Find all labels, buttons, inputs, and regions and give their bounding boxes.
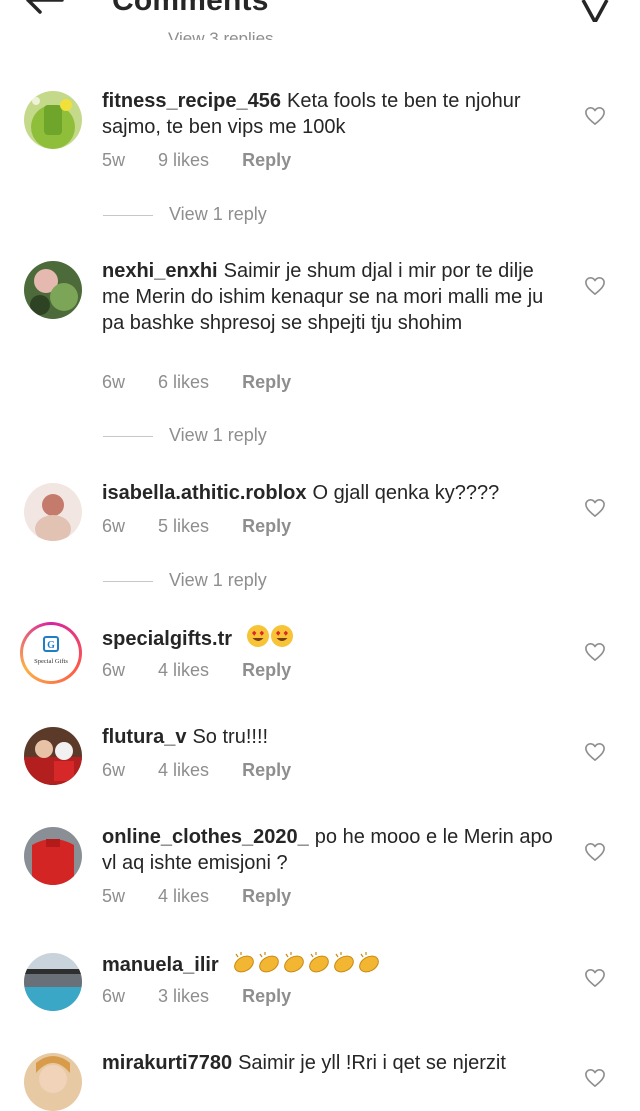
comment-username[interactable]: online_clothes_2020_ [102,826,309,848]
view-replies-link[interactable]: View 3 replies [168,24,274,40]
comment-username[interactable]: fitness_recipe_456 [102,90,281,112]
comment-username[interactable]: nexhi_enxhi [102,260,218,282]
comment-likes[interactable]: 5 likes [158,516,209,536]
comment-likes[interactable]: 3 likes [158,986,209,1006]
comment-username[interactable]: isabella.athitic.roblox [102,482,307,504]
avatar-label: Special Gifts [34,658,68,665]
comment-username[interactable]: manuela_ilir [102,954,219,976]
comment-likes[interactable]: 6 likes [158,372,209,392]
arrow-left-icon [26,0,64,14]
like-button[interactable] [584,742,606,762]
svg-text:G: G [47,640,55,651]
reply-button[interactable]: Reply [242,660,291,680]
avatar[interactable] [24,727,82,785]
comment-time: 6w [102,986,126,1006]
reply-button[interactable]: Reply [242,372,291,392]
reply-button[interactable]: Reply [242,886,291,906]
comment-username[interactable]: specialgifts.tr [102,628,232,650]
avatar[interactable]: G Special Gifts [20,622,82,684]
reply-divider [103,435,153,437]
heart-outline-icon [585,499,605,517]
like-button[interactable] [584,968,606,988]
reply-button[interactable]: Reply [242,986,291,1006]
reply-divider [103,214,153,216]
back-button[interactable] [22,0,66,20]
avatar[interactable] [24,827,82,885]
comment-time: 5w [102,150,126,170]
comment-time: 5w [102,886,126,906]
comment-time: 6w [102,372,126,392]
avatar[interactable] [24,261,82,319]
heart-outline-icon [585,1069,605,1087]
avatar[interactable] [24,483,82,541]
heart-outline-icon [585,107,605,125]
like-button[interactable] [584,498,606,518]
heart-eyes-emoji [246,624,294,655]
comment-text: O gjall qenka ky???? [312,482,500,504]
heart-outline-icon [585,277,605,295]
reply-button[interactable]: Reply [242,760,291,780]
comment-text: So tru!!!! [192,726,269,748]
view-reply-link[interactable]: View 1 reply [103,425,267,446]
heart-outline-icon [585,843,605,861]
like-button[interactable] [584,842,606,862]
avatar[interactable] [24,953,82,1011]
reply-button[interactable]: Reply [242,150,291,170]
comment-likes[interactable]: 9 likes [158,150,209,170]
comment-time: 6w [102,760,126,780]
comment-time: 6w [102,660,126,680]
heart-outline-icon [585,743,605,761]
like-button[interactable] [584,276,606,296]
like-button[interactable] [584,106,606,126]
comment-likes[interactable]: 4 likes [158,886,209,906]
comment-likes[interactable]: 4 likes [158,660,209,680]
filter-icon [581,0,609,24]
comment-username[interactable]: mirakurti7780 [102,1052,232,1074]
reply-divider [103,580,153,582]
comment-username[interactable]: flutura_v [102,726,186,748]
avatar[interactable] [24,91,82,149]
heart-outline-icon [585,969,605,987]
comment-likes[interactable]: 4 likes [158,760,209,780]
view-reply-link[interactable]: View 1 reply [103,570,267,591]
like-button[interactable] [584,1068,606,1088]
avatar[interactable] [24,1053,82,1111]
view-reply-link[interactable]: View 1 reply [103,204,267,225]
page-title: Comments [112,0,269,17]
reply-button[interactable]: Reply [242,516,291,536]
heart-outline-icon [585,643,605,661]
filter-button[interactable] [580,0,610,24]
comment-time: 6w [102,516,126,536]
like-button[interactable] [584,642,606,662]
header: Comments [0,0,640,26]
clapping-hands-emoji [232,950,382,981]
comment-text: Saimir je yll !Rri i qet se njerzit [238,1052,506,1074]
